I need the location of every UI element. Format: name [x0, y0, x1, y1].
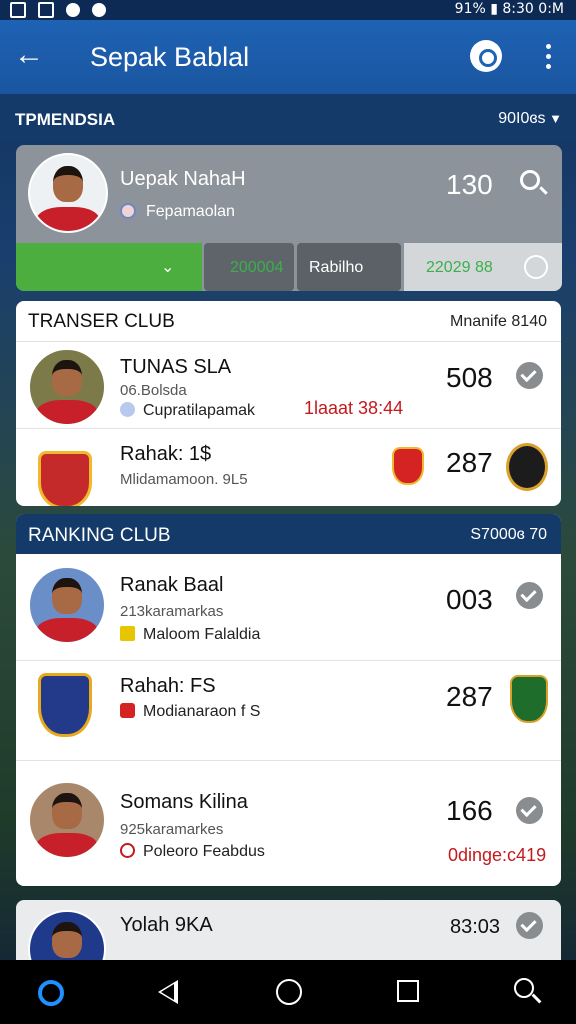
app-home-icon[interactable]	[38, 980, 64, 1006]
player-detail: 06.Bolsda	[120, 382, 187, 399]
check-icon[interactable]	[516, 582, 543, 609]
app-title: Sepak Bablal	[90, 42, 250, 72]
transfer-club-card: TRANSER CLUB Mnanife 8140 TUNAS SLA 06.B…	[16, 301, 561, 506]
player-name: Somans Kilina	[120, 791, 248, 813]
check-icon[interactable]	[516, 362, 543, 389]
calendar-icon	[38, 2, 54, 18]
search-icon[interactable]	[470, 40, 502, 72]
player-score: 003	[446, 584, 493, 615]
player-name: Yolah 9KA	[120, 914, 213, 936]
club-score: 287	[446, 681, 493, 712]
player-club: Fepamaolan	[120, 203, 235, 221]
club-crest-icon	[38, 451, 92, 506]
club-badge-icon	[120, 843, 135, 858]
list-item[interactable]: Rahak: 1$ Mlidamamoon. 9L5 287	[16, 428, 561, 506]
list-item[interactable]: TUNAS SLA 06.Bolsda Cupratilapamak 1laaa…	[16, 341, 561, 428]
list-item[interactable]: Rahah: FS Modianaraon f S 287	[16, 660, 561, 760]
club-name: Rahah: FS	[120, 675, 216, 697]
section-title: TRANSER CLUB	[28, 311, 175, 332]
player-club: Poleoro Feabdus	[120, 843, 265, 861]
player-name: TUNAS SLA	[120, 356, 232, 378]
club-badge-icon	[120, 203, 136, 219]
search-icon[interactable]	[514, 978, 534, 998]
league-selector[interactable]: 90I0ɞs	[498, 110, 562, 128]
list-item[interactable]: Somans Kilina 925karamarkes Poleoro Feab…	[16, 760, 561, 886]
player-score: 83:03	[450, 916, 501, 938]
transfer-note: 1laaat 38:44	[304, 398, 404, 418]
club-score: 287	[446, 447, 493, 478]
avatar	[28, 781, 106, 859]
club-name: Rahak: 1$	[120, 443, 212, 465]
player-club: Maloom Falaldia	[120, 626, 260, 644]
club-crest-icon	[510, 675, 548, 723]
player-score: 508	[446, 362, 493, 393]
league-header: TPMENDSIA 90I0ɞs	[0, 94, 576, 142]
more-options-icon[interactable]	[538, 44, 558, 74]
club-detail: Modianaraon f S	[120, 703, 260, 721]
system-nav-bar	[0, 960, 576, 1024]
club-detail: Mlidamamoon. 9L5	[120, 471, 248, 488]
player-score: 166	[446, 795, 493, 826]
nav-back-icon[interactable]	[158, 980, 178, 1004]
player-name: Uepak NahaH	[120, 168, 246, 190]
nav-recents-icon[interactable]	[397, 980, 419, 1002]
club-badge-icon	[120, 626, 135, 641]
transfer-note: 0dinge:c419	[448, 845, 547, 865]
club-badge-icon	[392, 447, 424, 485]
player-detail: 925karamarkes	[120, 821, 224, 838]
refresh-icon[interactable]	[524, 255, 548, 279]
club-crest-icon	[506, 443, 548, 491]
value-segment[interactable]: 200004	[204, 243, 294, 291]
status-bar: 91% ▮ 8:30 0:M	[0, 0, 576, 20]
avatar	[28, 348, 106, 426]
section-header: RANKING CLUB S7000ɞ 70	[16, 514, 561, 554]
status-time: 91% ▮ 8:30 0:M	[454, 1, 564, 17]
stats-bar: ⌄ 200004 Rabilho 22029 88	[16, 243, 562, 291]
image-icon	[10, 2, 26, 18]
player-score: 130	[446, 169, 493, 200]
section-meta: S7000ɞ 70	[470, 526, 547, 543]
club-crest-icon	[38, 673, 92, 737]
player-club: Cupratilapamak	[120, 402, 255, 420]
chevron-down-icon[interactable]: ⌄	[161, 257, 174, 277]
avatar	[28, 566, 106, 644]
record-icon	[92, 3, 106, 17]
avatar	[28, 910, 106, 960]
expand-segment[interactable]: ⌄	[16, 243, 202, 291]
section-title: RANKING CLUB	[28, 525, 171, 546]
app-icon	[66, 3, 80, 17]
featured-player-card[interactable]: Uepak NahaH Fepamaolan 130 ⌄ 200004 Rabi…	[16, 145, 562, 291]
total-segment[interactable]: 22029 88	[404, 243, 562, 291]
section-meta: Mnanife 8140	[450, 313, 547, 330]
check-icon[interactable]	[516, 797, 543, 824]
list-item[interactable]: Yolah 9KA 83:03	[16, 900, 561, 960]
avatar	[28, 153, 108, 233]
ranking-club-card: RANKING CLUB S7000ɞ 70 Ranak Baal 213kar…	[16, 514, 561, 886]
app-bar: ← Sepak Bablal	[0, 20, 576, 94]
nav-home-icon[interactable]	[276, 979, 302, 1005]
notification-icons	[10, 2, 106, 18]
list-item[interactable]: Ranak Baal 213karamarkas Maloom Falaldia…	[16, 554, 561, 660]
back-arrow-icon[interactable]: ←	[14, 38, 44, 72]
club-badge-icon	[120, 703, 135, 718]
player-name: Ranak Baal	[120, 574, 224, 596]
player-detail: 213karamarkas	[120, 603, 224, 620]
club-badge-icon	[120, 402, 135, 417]
league-name: TPMENDSIA	[15, 110, 116, 129]
tab-segment[interactable]: Rabilho	[297, 243, 401, 291]
search-icon[interactable]	[520, 170, 540, 190]
check-icon[interactable]	[516, 912, 543, 939]
